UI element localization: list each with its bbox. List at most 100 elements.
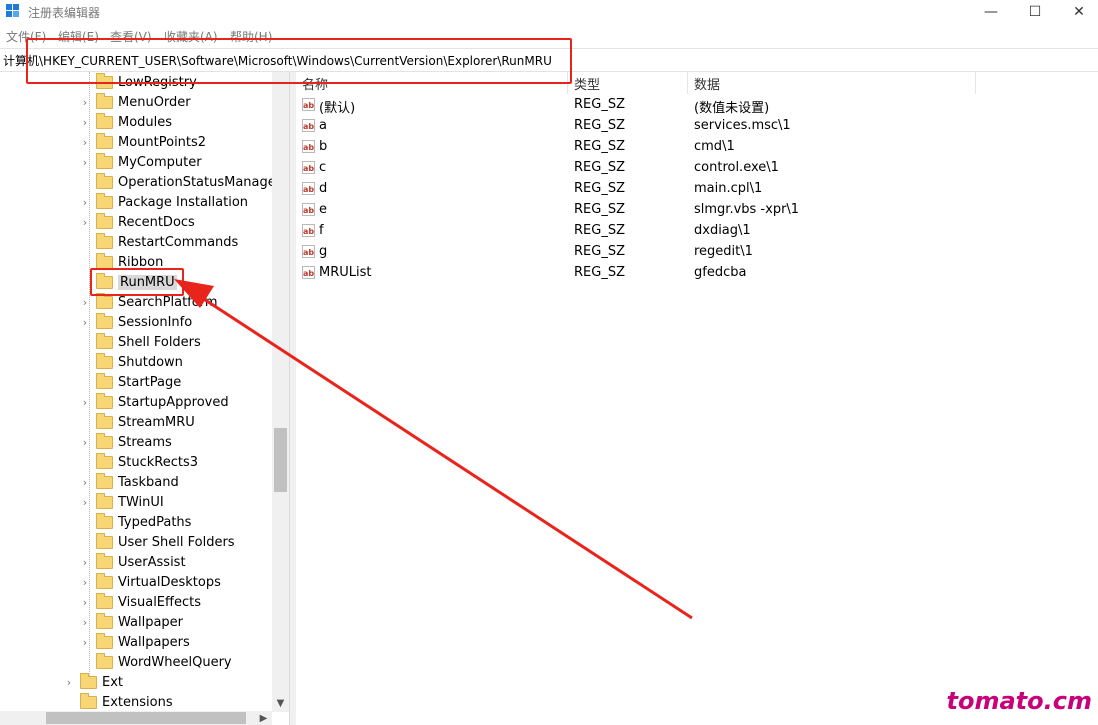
- tree-item[interactable]: › TWinUI: [80, 492, 164, 512]
- chevron-right-icon[interactable]: ›: [80, 136, 90, 149]
- string-value-icon: ab: [302, 119, 315, 132]
- key-tree[interactable]: LowRegistry › MenuOrder › Modules › MountPoint…: [0, 72, 289, 725]
- tree-item-label: Shutdown: [118, 354, 183, 370]
- chevron-right-icon[interactable]: ›: [80, 316, 90, 329]
- tree-item[interactable]: Shutdown: [80, 352, 183, 372]
- tree-item-label: StreamMRU: [118, 414, 195, 430]
- value-data: main.cpl\1: [694, 181, 763, 196]
- chevron-right-icon[interactable]: ›: [80, 476, 90, 489]
- value-row[interactable]: ab d REG_SZ main.cpl\1: [296, 179, 976, 200]
- tree-item[interactable]: › MyComputer: [80, 152, 202, 172]
- folder-icon: [80, 672, 97, 689]
- chevron-right-icon[interactable]: ›: [80, 596, 90, 609]
- tree-item[interactable]: › MenuOrder: [80, 92, 191, 112]
- chevron-right-icon[interactable]: ›: [80, 216, 90, 229]
- tree-item-label: VirtualDesktops: [118, 574, 221, 590]
- folder-icon: [96, 492, 113, 509]
- tree-item-label: Package Installation: [118, 194, 249, 210]
- tree-item[interactable]: OperationStatusManager: [80, 172, 281, 192]
- chevron-right-icon[interactable]: ›: [64, 676, 74, 689]
- value-row[interactable]: ab f REG_SZ dxdiag\1: [296, 221, 976, 242]
- value-row[interactable]: ab (默认) REG_SZ (数值未设置): [296, 95, 976, 116]
- column-header-type[interactable]: 类型: [568, 72, 688, 94]
- folder-icon: [96, 252, 113, 269]
- value-row[interactable]: ab b REG_SZ cmd\1: [296, 137, 976, 158]
- chevron-right-icon[interactable]: ›: [80, 116, 90, 129]
- tree-item[interactable]: StuckRects3: [80, 452, 198, 472]
- chevron-right-icon[interactable]: ›: [80, 396, 90, 409]
- chevron-right-icon[interactable]: ›: [80, 556, 90, 569]
- column-header-data[interactable]: 数据: [688, 72, 976, 94]
- tree-item[interactable]: User Shell Folders: [80, 532, 235, 552]
- tree-item[interactable]: RestartCommands: [80, 232, 238, 252]
- value-data: control.exe\1: [694, 160, 779, 175]
- tree-item[interactable]: › StartupApproved: [80, 392, 229, 412]
- chevron-right-icon[interactable]: ›: [80, 96, 90, 109]
- value-row[interactable]: ab a REG_SZ services.msc\1: [296, 116, 976, 137]
- tree-item[interactable]: WordWheelQuery: [80, 652, 232, 672]
- tree-horizontal-scrollbar[interactable]: ▶: [0, 711, 272, 725]
- value-name: g: [319, 244, 328, 259]
- folder-icon: [96, 532, 113, 549]
- chevron-right-icon[interactable]: ›: [80, 616, 90, 629]
- value-row[interactable]: ab e REG_SZ slmgr.vbs -xpr\1: [296, 200, 976, 221]
- tree-item[interactable]: › SessionInfo: [80, 312, 192, 332]
- tree-vertical-scrollbar[interactable]: ▼: [272, 72, 289, 712]
- maximize-button[interactable]: ☐: [1012, 0, 1058, 24]
- chevron-right-icon[interactable]: ›: [80, 196, 90, 209]
- tree-item[interactable]: › UserAssist: [80, 552, 186, 572]
- address-highlight-box: [26, 38, 572, 84]
- pane-splitter[interactable]: [289, 72, 296, 725]
- tree-item-label: User Shell Folders: [118, 534, 235, 550]
- tree-item-label: UserAssist: [118, 554, 186, 570]
- scroll-right-icon[interactable]: ▶: [255, 711, 272, 725]
- tree-item[interactable]: StreamMRU: [80, 412, 195, 432]
- tree-item-label: TypedPaths: [118, 514, 192, 530]
- tree-item[interactable]: › Streams: [80, 432, 172, 452]
- chevron-right-icon[interactable]: ›: [80, 156, 90, 169]
- value-row[interactable]: ab g REG_SZ regedit\1: [296, 242, 976, 263]
- tree-item-label: RestartCommands: [118, 234, 239, 250]
- tree-item[interactable]: › Wallpapers: [80, 632, 190, 652]
- string-value-icon: ab: [302, 203, 315, 216]
- value-name: a: [319, 118, 327, 133]
- value-name: (默认): [319, 101, 356, 116]
- chevron-right-icon[interactable]: ›: [80, 576, 90, 589]
- close-button[interactable]: ✕: [1056, 0, 1098, 24]
- value-row[interactable]: ab MRUList REG_SZ gfedcba: [296, 263, 976, 284]
- value-name: b: [319, 139, 328, 154]
- tree-item-label: StartupApproved: [118, 394, 229, 410]
- chevron-right-icon[interactable]: ›: [80, 436, 90, 449]
- tree-item[interactable]: › MountPoints2: [80, 132, 206, 152]
- folder-icon: [96, 632, 113, 649]
- tree-item[interactable]: TypedPaths: [80, 512, 191, 532]
- folder-icon: [96, 512, 113, 529]
- tree-item-label: Wallpapers: [118, 634, 190, 650]
- chevron-right-icon[interactable]: ›: [80, 636, 90, 649]
- tree-scroll-thumb[interactable]: [274, 428, 287, 492]
- folder-icon: [96, 612, 113, 629]
- tree-item[interactable]: Shell Folders: [80, 332, 201, 352]
- tree-item[interactable]: › Taskband: [80, 472, 179, 492]
- tree-item[interactable]: › Ext: [64, 672, 123, 692]
- tree-item[interactable]: › Modules: [80, 112, 172, 132]
- tree-item[interactable]: › VisualEffects: [80, 592, 201, 612]
- scroll-down-icon[interactable]: ▼: [272, 695, 289, 712]
- tree-item[interactable]: › RecentDocs: [80, 212, 195, 232]
- tree-item[interactable]: › VirtualDesktops: [80, 572, 221, 592]
- tree-item-label: OperationStatusManager: [118, 174, 282, 190]
- folder-icon: [96, 152, 113, 169]
- folder-icon: [96, 192, 113, 209]
- minimize-button[interactable]: —: [968, 0, 1014, 24]
- tree-hscroll-thumb[interactable]: [46, 712, 246, 724]
- tree-item[interactable]: › Package Installation: [80, 192, 248, 212]
- value-row[interactable]: ab c REG_SZ control.exe\1: [296, 158, 976, 179]
- tree-item[interactable]: Extensions: [64, 692, 173, 712]
- tree-item[interactable]: › Wallpaper: [80, 612, 183, 632]
- value-type: REG_SZ: [574, 160, 625, 175]
- value-type: REG_SZ: [574, 118, 625, 133]
- chevron-right-icon[interactable]: ›: [80, 296, 90, 309]
- chevron-right-icon[interactable]: ›: [80, 496, 90, 509]
- tree-item[interactable]: StartPage: [80, 372, 181, 392]
- folder-icon: [96, 172, 113, 189]
